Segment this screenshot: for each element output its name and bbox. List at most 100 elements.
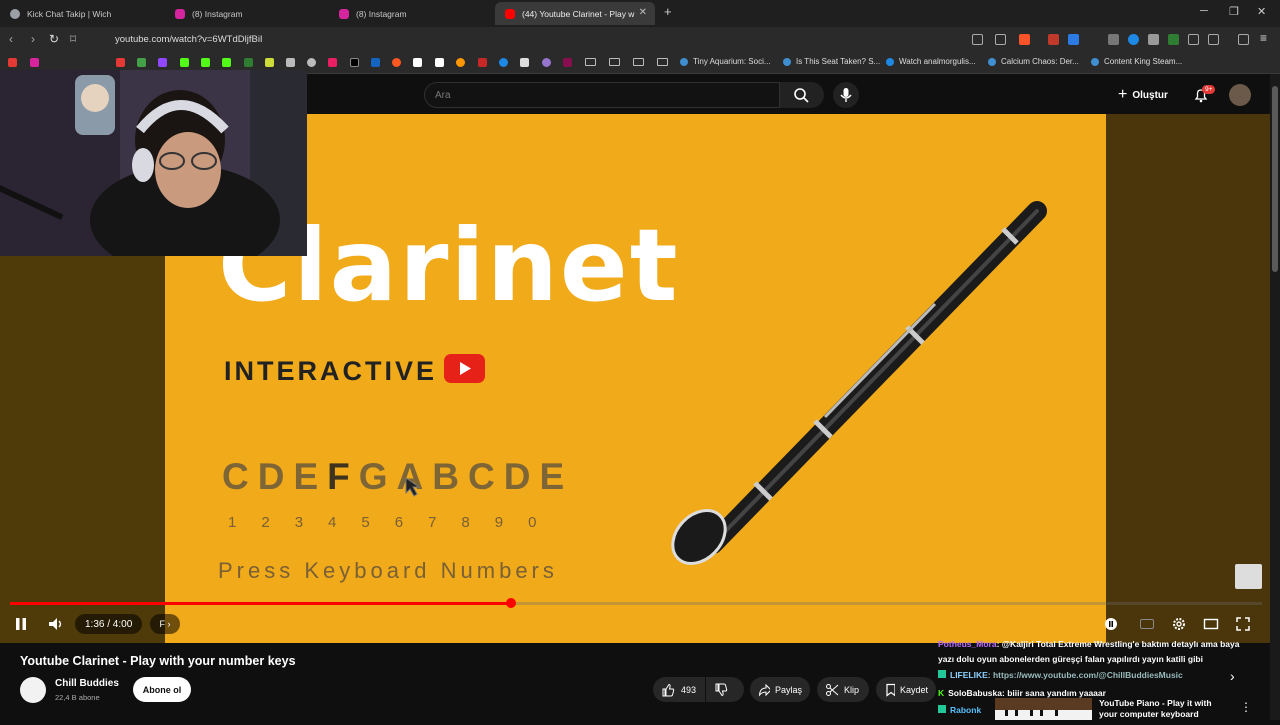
channel-name[interactable]: Chill Buddies — [55, 678, 119, 689]
bookmark-icon[interactable] — [328, 58, 337, 67]
progress-scrubber[interactable] — [505, 598, 516, 608]
pause-button[interactable] — [12, 614, 30, 634]
tab-kick-chat[interactable]: Kick Chat Takip | Wich — [0, 2, 165, 25]
bookmark-item[interactable]: Content King Steam... — [1091, 57, 1182, 66]
new-tab-button[interactable]: + — [664, 4, 672, 19]
maximize-icon[interactable]: ❐ — [1229, 5, 1239, 18]
media-icon[interactable] — [1238, 34, 1249, 45]
bookmark-instagram-icon[interactable] — [30, 58, 39, 67]
dislike-button[interactable] — [706, 677, 744, 702]
bookmark-item[interactable]: Is This Seat Taken? S... — [783, 57, 880, 66]
chapter-button[interactable]: F › — [150, 614, 180, 634]
bookmark-item[interactable]: Calcium Chaos: Der... — [988, 57, 1079, 66]
bookmark-item[interactable]: Tiny Aquarium: Soci... — [680, 57, 771, 66]
close-tab-icon[interactable]: ✕ — [639, 7, 647, 18]
share-icon[interactable] — [995, 34, 1006, 45]
fullscreen-button[interactable] — [1235, 614, 1251, 634]
account-avatar[interactable] — [1229, 84, 1251, 106]
create-button[interactable]: + Oluştur — [1118, 84, 1168, 106]
tab-instagram-2[interactable]: (8) Instagram — [329, 2, 494, 25]
back-icon[interactable]: ‹ — [9, 32, 13, 46]
autoplay-toggle[interactable] — [1103, 614, 1119, 634]
bookmark-icon[interactable] — [456, 58, 465, 67]
minimize-icon[interactable]: ─ — [1200, 5, 1208, 17]
sidebar-icon[interactable] — [1208, 34, 1219, 45]
theater-mode-button[interactable] — [1203, 614, 1219, 634]
bookmark-folder-icon[interactable] — [585, 58, 596, 66]
extension-icon[interactable] — [1108, 34, 1119, 45]
bookmark-folder-icon[interactable] — [657, 58, 668, 66]
instagram-icon — [339, 8, 349, 19]
clarinet-illustration — [671, 201, 1047, 565]
bookmark-item[interactable]: Watch analmorgulis... — [886, 57, 976, 66]
tab-instagram-1[interactable]: (8) Instagram — [165, 2, 329, 25]
screen-icon[interactable] — [972, 34, 983, 45]
channel-watermark[interactable] — [1235, 564, 1262, 589]
chat-message: Potheus_Mora: @Kaljiri Total Extreme Wre… — [938, 639, 1240, 649]
bookmark-icon[interactable] — [563, 58, 572, 67]
bookmark-amazon-icon[interactable] — [435, 58, 444, 67]
chevron-right-icon[interactable]: › — [1230, 668, 1235, 684]
highlighted-note: F — [327, 456, 359, 497]
channel-avatar[interactable] — [20, 677, 46, 703]
bookmark-icon[interactable] — [413, 58, 422, 67]
share-button[interactable]: Paylaş — [750, 677, 810, 702]
bookmark-folder-icon[interactable] — [609, 58, 620, 66]
bookmark-folder-icon[interactable] — [633, 58, 644, 66]
bookmark-icon[interactable] — [499, 58, 508, 67]
page-scrollbar[interactable] — [1270, 74, 1280, 720]
extension-icon[interactable] — [1168, 34, 1179, 45]
bookmark-icon[interactable] — [542, 58, 551, 67]
mute-button[interactable] — [46, 614, 64, 634]
subscribe-button[interactable]: Abone ol — [133, 677, 191, 702]
bookmark-kick-icon[interactable] — [201, 58, 210, 67]
extension-icon[interactable] — [1048, 34, 1059, 45]
bookmark-twitch-icon[interactable] — [158, 58, 167, 67]
extension-icon[interactable] — [1148, 34, 1159, 45]
bookmark-x-icon[interactable] — [350, 58, 359, 67]
bookmark-kick-icon[interactable] — [180, 58, 189, 67]
search-input[interactable]: Ara — [424, 82, 780, 108]
url-field[interactable]: youtube.com/watch?v=6WTdDljfBiI — [115, 34, 263, 45]
bookmark-kick-icon[interactable] — [222, 58, 231, 67]
bookmark-icon[interactable] — [244, 58, 253, 67]
tab-youtube-clarinet[interactable]: (44) Youtube Clarinet - Play w ✕ — [495, 2, 655, 25]
chevron-right-icon: › — [167, 619, 171, 629]
scrollbar-thumb[interactable] — [1272, 86, 1278, 272]
extension-icon[interactable] — [1128, 34, 1139, 45]
like-button[interactable]: 493 — [653, 677, 705, 702]
search-button[interactable] — [780, 82, 824, 108]
forward-icon[interactable]: › — [31, 32, 35, 46]
scissors-icon — [826, 683, 839, 696]
bookmark-icon[interactable] — [371, 58, 380, 67]
voice-search-button[interactable] — [833, 82, 859, 108]
bookmark-icon[interactable] — [116, 58, 125, 67]
extension-icon[interactable] — [1068, 34, 1079, 45]
brave-icon[interactable] — [1019, 34, 1030, 45]
suggested-video-thumbnail[interactable] — [995, 698, 1092, 720]
bookmark-icon[interactable] — [478, 58, 487, 67]
settings-button[interactable] — [1171, 614, 1187, 634]
puzzle-icon[interactable] — [1188, 34, 1199, 45]
bookmark-icon[interactable]: ⌑ — [70, 32, 76, 46]
subtitles-button[interactable] — [1139, 614, 1155, 634]
more-options-icon[interactable]: ⋮ — [1240, 700, 1252, 714]
clip-button[interactable]: Klip — [817, 677, 869, 702]
bookmark-icon[interactable] — [265, 58, 274, 67]
suggested-video-title[interactable]: YouTube Piano - Play it with your compute… — [1099, 698, 1212, 720]
thumbs-down-icon — [715, 683, 728, 696]
bookmark-youtube-icon[interactable] — [8, 58, 17, 67]
bookmark-reddit-icon[interactable] — [392, 58, 401, 67]
close-window-icon[interactable]: ✕ — [1257, 5, 1266, 18]
steam-icon — [1091, 57, 1099, 66]
reload-icon[interactable]: ↻ — [49, 32, 59, 46]
volume-icon — [49, 618, 62, 630]
bookmark-icon[interactable] — [520, 58, 529, 67]
save-button[interactable]: Kaydet — [876, 677, 936, 702]
video-progress-bar[interactable] — [10, 598, 1262, 608]
menu-icon[interactable]: ≡ — [1260, 31, 1267, 45]
browser-tab-bar: Kick Chat Takip | Wich (8) Instagram (8)… — [0, 0, 1280, 27]
bookmark-icon[interactable] — [286, 58, 295, 67]
bookmark-icon[interactable] — [137, 58, 146, 67]
bookmark-icon[interactable] — [307, 58, 316, 67]
